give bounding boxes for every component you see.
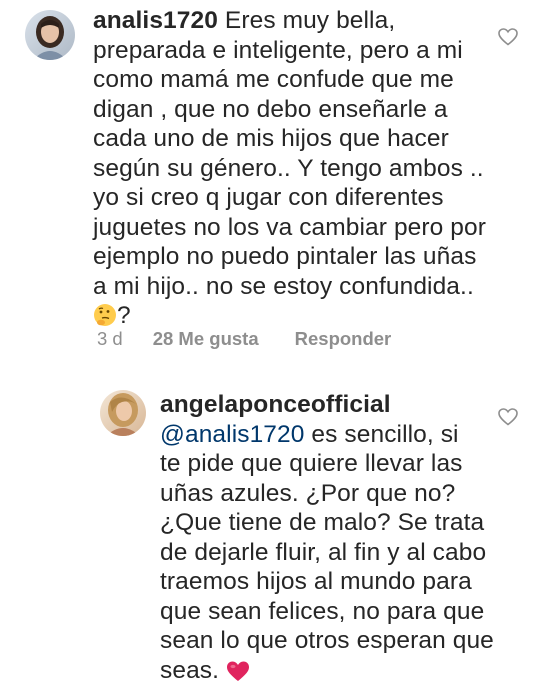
comment-line: según su género.. Y tengo ambos ..: [93, 154, 533, 184]
comment-line: que sean felices, no para que: [160, 597, 530, 627]
avatar-analis1720[interactable]: [25, 10, 75, 60]
comment-likes-count[interactable]: 28 Me gusta: [153, 328, 259, 350]
profile-photo-icon: [100, 390, 146, 436]
comment-analis1720: analis1720 Eres muy bella, preparada e i…: [0, 0, 545, 360]
comment-line: de dejarle fluir, al fin y al cabo: [160, 538, 530, 568]
comment-text-analis1720: analis1720 Eres muy bella, preparada e i…: [93, 6, 533, 335]
comment-line: Eres muy bella,: [225, 7, 395, 34]
comment-line: sean lo que otros esperan que: [160, 626, 530, 656]
comment-line: a mi hijo.. no se estoy confundida..: [93, 272, 533, 302]
reply-button[interactable]: Responder: [295, 328, 392, 350]
comment-line: uñas azules. ¿Por que no?: [160, 479, 530, 509]
comment-line: te pide que quiere llevar las: [160, 449, 530, 479]
comment-line: seas.: [160, 657, 219, 684]
comment-username[interactable]: angelaponceofficial: [160, 390, 530, 420]
comment-line: es sencillo, si: [305, 421, 459, 448]
mention-link[interactable]: @analis1720: [160, 421, 305, 448]
comment-line-suffix: ?: [117, 302, 131, 329]
comment-line: preparada e inteligente, pero a mi: [93, 36, 533, 66]
comment-line: como mamá me confude que me: [93, 65, 533, 95]
profile-photo-icon: [25, 10, 75, 60]
comment-line: digan , que no debo enseñarle a: [93, 95, 533, 125]
like-heart-icon[interactable]: [498, 408, 518, 426]
comment-text-angelaponceofficial: angelaponceofficial @analis1720 es senci…: [160, 390, 530, 689]
comment-line: yo si creo q jugar con diferentes: [93, 183, 533, 213]
like-heart-icon[interactable]: [498, 28, 518, 46]
comment-line: cada uno de mis hijos que hacer: [93, 124, 533, 154]
red-heart-icon: [226, 660, 250, 689]
comment-line: traemos hijos al mundo para: [160, 567, 530, 597]
comment-line: ejemplo no puedo pintaler las uñas: [93, 242, 533, 272]
comment-meta: 3 d 28 Me gusta Responder: [97, 328, 391, 350]
comment-angelaponceofficial: angelaponceofficial @analis1720 es senci…: [0, 380, 545, 676]
comment-line: ¿Que tiene de malo? Se trata: [160, 508, 530, 538]
comment-line: juguetes no los va cambiar pero por: [93, 213, 533, 243]
comment-time: 3 d: [97, 328, 123, 350]
avatar-angelaponceofficial[interactable]: [100, 390, 146, 436]
comment-username[interactable]: analis1720: [93, 7, 218, 34]
